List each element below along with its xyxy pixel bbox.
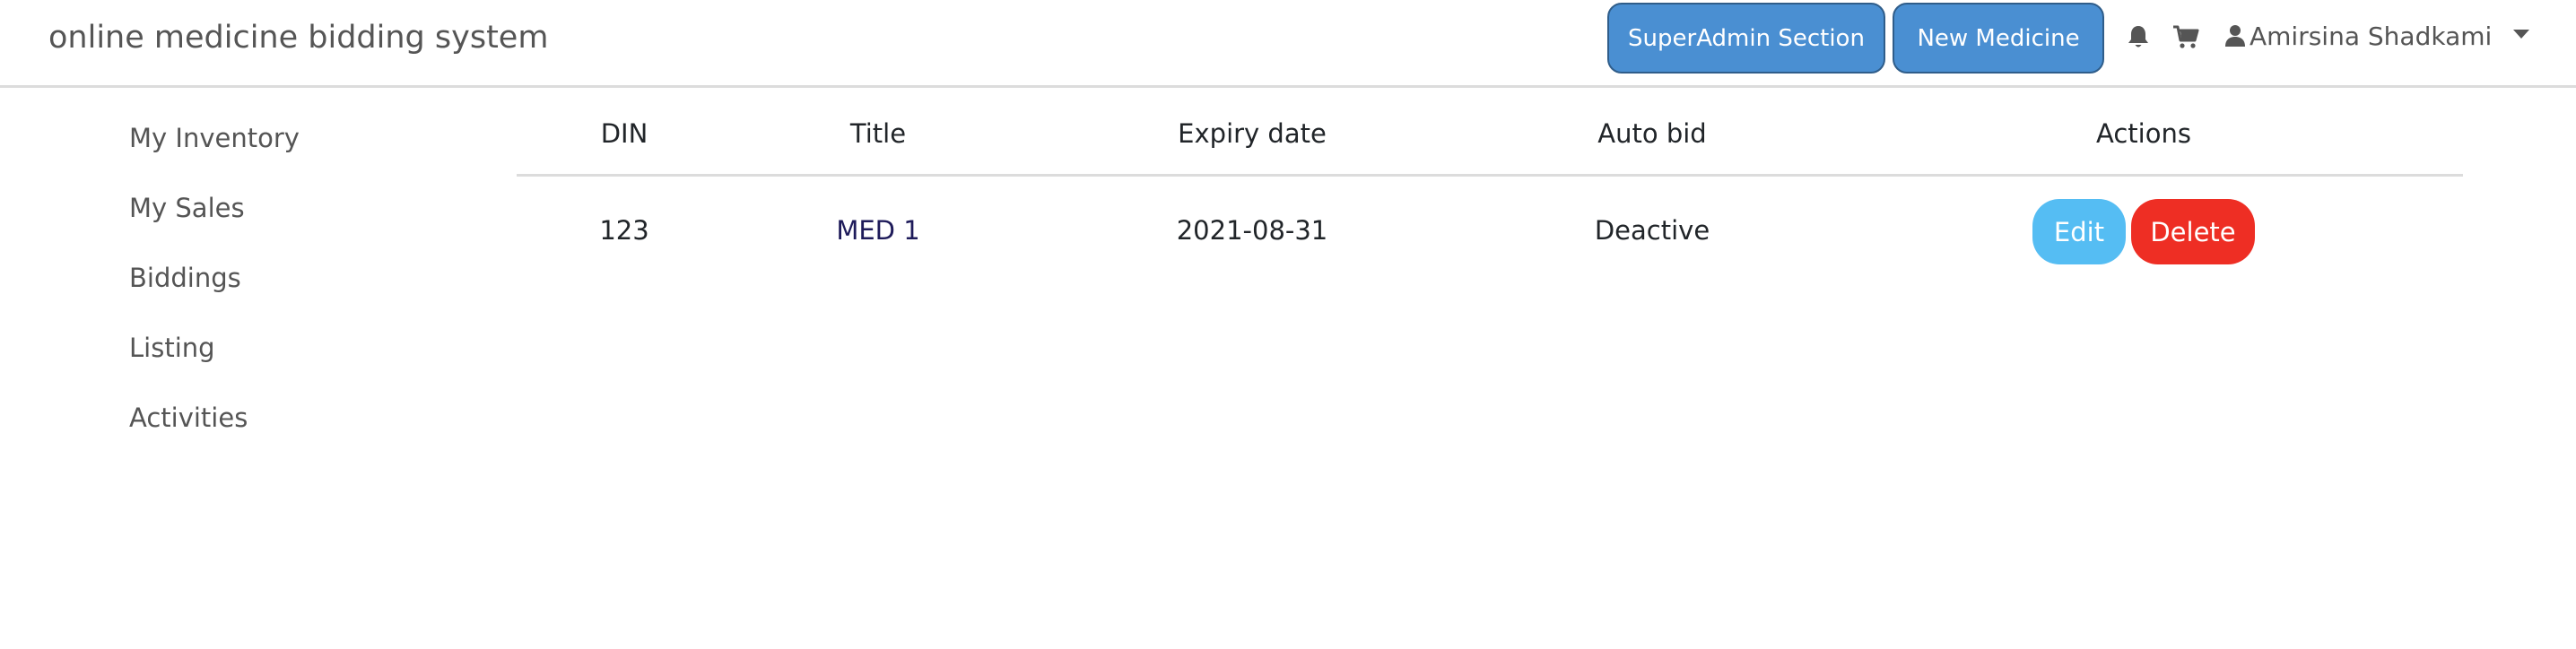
column-header-actions: Actions [2096,118,2191,149]
bell-icon-svg [2128,26,2148,48]
user-icon [2224,24,2246,48]
column-header-title: Title [849,118,907,149]
cart-icon[interactable] [2171,22,2201,52]
bell-icon[interactable] [2123,22,2154,52]
new-medicine-button[interactable]: New Medicine [1893,3,2104,74]
sidebar-item-activities[interactable]: Activities [129,396,488,466]
cell-expiry-date: 2021-08-31 [1176,215,1328,246]
caret-down-icon [2513,30,2530,39]
top-navbar: online medicine bidding system SuperAdmi… [0,0,2576,88]
cell-auto-bid: Deactive [1594,215,1710,246]
cart-icon-svg [2173,25,2199,48]
table-row: 123 MED 1 2021-08-31 Deactive Edit Delet… [517,177,2463,293]
sidebar-item-biddings[interactable]: Biddings [129,256,488,326]
delete-button[interactable]: Delete [2131,199,2255,264]
cell-din: 123 [599,215,649,246]
inventory-table: DIN Title Expiry date Auto bid Actions 1… [517,88,2463,293]
sidebar-item-my-sales[interactable]: My Sales [129,186,488,256]
column-header-expiry-date: Expiry date [1178,118,1327,149]
cell-title-link[interactable]: MED 1 [836,215,919,246]
brand-title[interactable]: online medicine bidding system [48,20,548,56]
edit-button[interactable]: Edit [2032,199,2126,264]
column-header-din: DIN [600,118,648,149]
user-menu[interactable]: Amirsina Shadkami [2224,18,2530,54]
sidebar: My Inventory My Sales Biddings Listing A… [129,117,488,466]
sidebar-item-my-inventory[interactable]: My Inventory [129,117,488,186]
column-header-auto-bid: Auto bid [1597,118,1707,149]
superadmin-section-button[interactable]: SuperAdmin Section [1607,3,1885,74]
sidebar-item-listing[interactable]: Listing [129,326,488,396]
table-header: DIN Title Expiry date Auto bid Actions [517,88,2463,177]
user-name: Amirsina Shadkami [2250,21,2493,51]
